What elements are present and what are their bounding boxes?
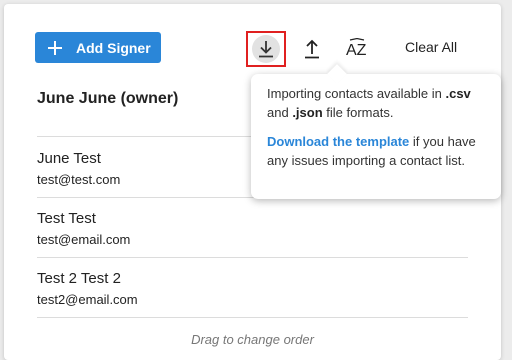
- download-button-hover-bg: [252, 35, 280, 63]
- signer-name: June Test: [37, 150, 101, 167]
- download-template-link[interactable]: Download the template: [267, 134, 409, 149]
- import-tooltip: Importing contacts available in .csv and…: [251, 64, 501, 199]
- tooltip-text: file formats.: [322, 105, 394, 120]
- signer-email: test@email.com: [37, 232, 131, 247]
- signer-name: Test 2 Test 2: [37, 270, 121, 287]
- csv-format: .csv: [445, 86, 471, 101]
- sort-az-button[interactable]: AZ: [341, 34, 373, 64]
- tooltip-template-text: Download the template if you have any is…: [267, 132, 485, 170]
- divider: [37, 317, 468, 318]
- svg-text:AZ: AZ: [346, 42, 367, 59]
- owner-name: June June (owner): [37, 90, 179, 107]
- divider: [37, 257, 468, 258]
- add-signer-label: Add Signer: [76, 39, 151, 56]
- sort-az-icon: AZ: [346, 38, 367, 59]
- tooltip-text: Importing contacts available in: [267, 86, 446, 101]
- json-format: .json: [292, 105, 323, 120]
- drag-hint: Drag to change order: [191, 332, 314, 347]
- signer-email: test2@email.com: [37, 292, 138, 307]
- add-signer-button[interactable]: Add Signer: [35, 32, 161, 63]
- signer-email: test@test.com: [37, 172, 121, 187]
- tooltip-formats-text: Importing contacts available in .csv and…: [267, 84, 485, 122]
- upload-icon: [305, 39, 319, 59]
- download-icon: [259, 41, 273, 58]
- tooltip-text: and: [267, 105, 293, 120]
- upload-button[interactable]: [297, 34, 327, 64]
- clear-all-button[interactable]: Clear All: [405, 39, 457, 55]
- plus-icon: [48, 40, 62, 55]
- signer-name: Test Test: [37, 210, 96, 227]
- download-button[interactable]: [246, 31, 286, 67]
